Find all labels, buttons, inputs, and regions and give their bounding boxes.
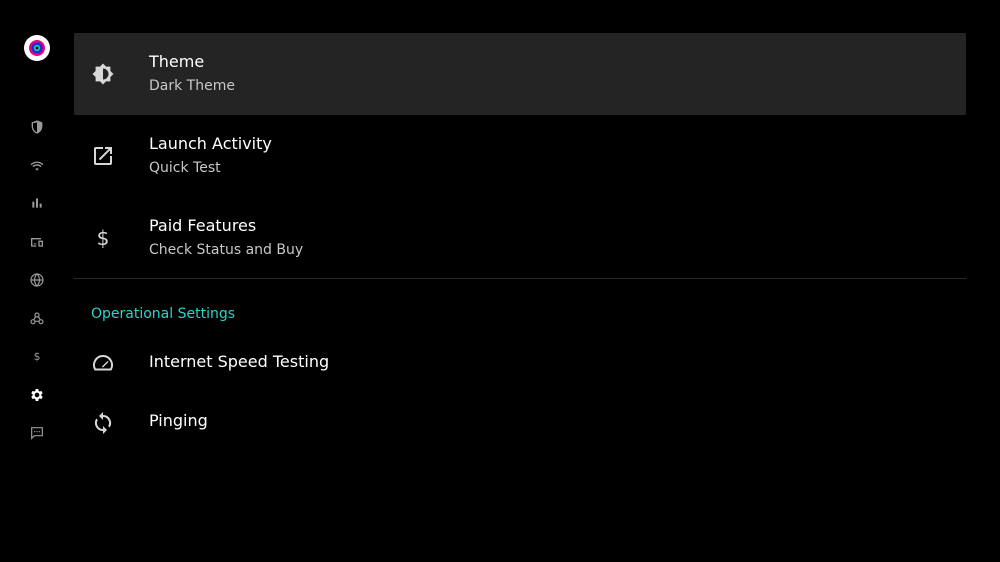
chat-icon[interactable]: [27, 423, 47, 443]
wifi-icon[interactable]: [27, 155, 47, 175]
setting-theme[interactable]: Theme Dark Theme: [74, 33, 966, 115]
setting-launch-activity[interactable]: Launch Activity Quick Test: [74, 115, 966, 197]
sync-icon: [90, 410, 116, 436]
settings-list: Theme Dark Theme Launch Activity Quick T…: [74, 33, 966, 452]
svg-text:$: $: [97, 226, 110, 250]
setting-subtitle: Check Status and Buy: [149, 242, 304, 258]
setting-paid-features[interactable]: $ Paid Features Check Status and Buy: [74, 197, 966, 279]
setting-title: Theme: [149, 52, 205, 71]
setting-title: Pinging: [149, 411, 208, 430]
section-header: Operational Settings: [74, 279, 966, 334]
devices-icon[interactable]: [27, 232, 47, 252]
section-header-label: Operational Settings: [91, 306, 236, 322]
setting-subtitle: Dark Theme: [149, 78, 235, 94]
bar-chart-icon[interactable]: [27, 193, 47, 213]
dollar-icon: $: [90, 225, 116, 251]
webhook-icon[interactable]: [27, 308, 47, 328]
setting-internet-speed-testing[interactable]: Internet Speed Testing: [74, 334, 966, 393]
app-logo[interactable]: [24, 35, 50, 61]
brightness-icon: [90, 61, 116, 87]
svg-text:$: $: [34, 350, 41, 363]
dollar-icon[interactable]: $: [27, 346, 47, 366]
gear-icon[interactable]: [27, 385, 47, 405]
globe-icon[interactable]: [27, 270, 47, 290]
setting-title: Launch Activity: [149, 134, 272, 153]
speedometer-icon: [90, 351, 116, 377]
shield-icon[interactable]: [27, 117, 47, 137]
setting-title: Paid Features: [149, 216, 257, 235]
navigation-rail: $: [0, 0, 74, 562]
setting-pinging[interactable]: Pinging: [74, 393, 966, 452]
setting-subtitle: Quick Test: [149, 160, 221, 176]
open-in-new-icon: [90, 143, 116, 169]
setting-title: Internet Speed Testing: [149, 352, 330, 371]
